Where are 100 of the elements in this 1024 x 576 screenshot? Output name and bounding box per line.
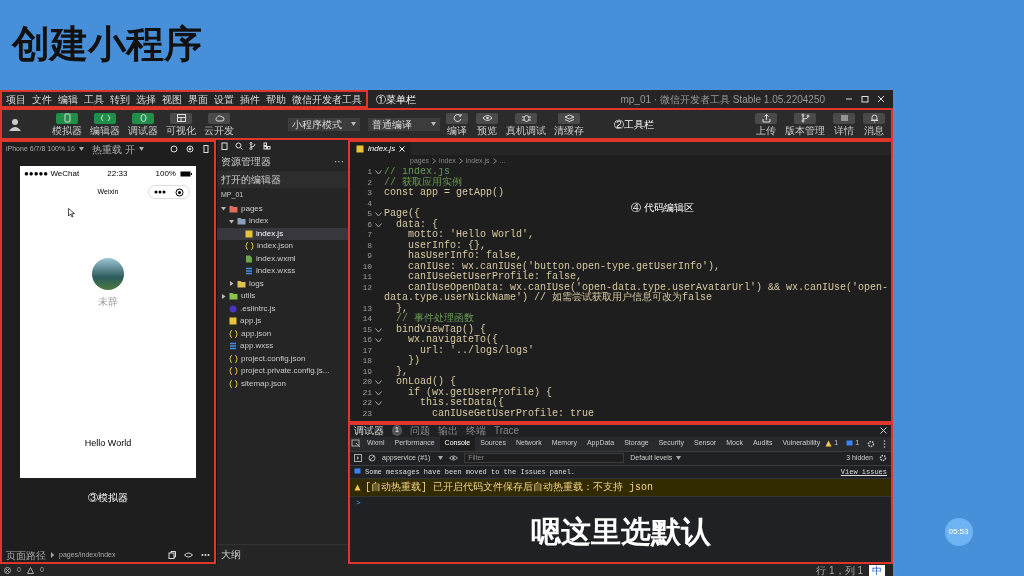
code-line: Page({ (384, 209, 420, 220)
menu-item[interactable]: 帮助 (266, 91, 286, 107)
sidebar-icon[interactable] (354, 454, 362, 462)
clear-icon[interactable] (368, 454, 376, 462)
close-icon[interactable] (877, 95, 885, 103)
inspect-icon[interactable] (350, 439, 362, 448)
ime-indicator[interactable]: 中 (869, 564, 885, 576)
tree-item[interactable]: index (217, 215, 348, 228)
layers-icon (563, 113, 575, 123)
caret-icon (676, 456, 682, 460)
line-number: 22 (361, 398, 372, 409)
phone-icon[interactable] (202, 145, 210, 153)
view-toggle-button[interactable]: 云开发 (204, 112, 234, 136)
fold-caret-icon[interactable] (374, 390, 382, 396)
menu-item[interactable]: 设置 (214, 91, 234, 107)
fold-caret-icon[interactable] (374, 222, 382, 228)
code-line: canIUseOpenData: wx.canIUse('open-data.type.userAvatarUrl') && wx.canIUse('open-data.type.userNickName') // 如需尝试获取用户信息可改为false (384, 282, 890, 304)
user-silhouette-icon[interactable] (8, 117, 22, 131)
section-header[interactable]: 打开的编辑器 (217, 171, 348, 188)
fold-caret-icon[interactable] (374, 401, 382, 406)
tree-item[interactable]: index.wxml (217, 252, 348, 265)
warning-icon (354, 484, 361, 491)
mode-dropdown[interactable]: 小程序模式 (288, 117, 360, 131)
files-icon[interactable] (221, 142, 229, 150)
annotation-label: ①菜单栏 (376, 92, 416, 107)
tree-item[interactable]: app.js (217, 315, 348, 328)
toolbar-button[interactable]: 真机调试 (506, 112, 546, 136)
toolbar-button[interactable]: 清缓存 (554, 112, 584, 136)
tree-item[interactable]: app.wxss (217, 340, 348, 353)
page-path-label: 页面路径 (6, 548, 46, 563)
close-icon[interactable] (880, 427, 887, 434)
more-icon[interactable] (883, 439, 887, 448)
tree-item[interactable]: index.js (217, 227, 348, 240)
menu-item[interactable]: 文件 (32, 91, 52, 107)
menu-item[interactable]: 编辑 (58, 91, 78, 107)
view-toggle-button[interactable]: 编辑器 (90, 112, 120, 136)
layout-icon (175, 113, 187, 123)
eslint-icon (229, 304, 237, 313)
panel-tab[interactable]: 终端 (465, 425, 486, 436)
more-icon[interactable] (201, 551, 210, 559)
tree-item[interactable]: project.private.config.js... (217, 365, 348, 378)
slide-title: 创建小程序 (12, 22, 202, 68)
maximize-icon[interactable] (861, 95, 869, 103)
menu-item[interactable]: 工具 (84, 91, 104, 107)
caret-icon (138, 147, 144, 151)
tree-item[interactable]: pages (217, 202, 348, 215)
more-button[interactable]: ··· (334, 154, 344, 169)
panel-tab[interactable]: 输出 (437, 425, 458, 436)
phone-icon (61, 113, 73, 123)
tree-item[interactable]: sitemap.json (217, 377, 348, 390)
menu-item[interactable]: 选择 (136, 91, 156, 107)
chevron-icon (492, 158, 497, 164)
tree-item[interactable]: logs (217, 277, 348, 290)
fold-caret-icon[interactable] (374, 170, 382, 175)
tree-item[interactable]: .eslintrc.js (217, 302, 348, 315)
fold-caret-icon[interactable] (374, 212, 382, 217)
message-icon (846, 440, 854, 447)
search-icon[interactable] (235, 142, 243, 150)
toolbar-button[interactable]: 版本管理 (785, 112, 825, 136)
record-icon[interactable] (186, 145, 194, 153)
mode-dropdown[interactable]: 普通编译 (368, 117, 440, 131)
tree-item[interactable]: app.json (217, 327, 348, 340)
hot-reload-dropdown[interactable]: 热重载 开 (91, 141, 144, 157)
eye-icon (481, 113, 493, 123)
menu-item[interactable]: 项目 (6, 91, 26, 107)
menu-item[interactable]: 插件 (240, 91, 260, 107)
line-number: 13 (361, 303, 372, 314)
line-number: 8 (366, 240, 372, 251)
tree-item[interactable]: index.wxss (217, 265, 348, 278)
minimize-icon[interactable] (845, 95, 853, 103)
js-file-icon (245, 229, 253, 238)
menu-item[interactable]: 视图 (162, 91, 182, 107)
menu-item[interactable]: 微信开发者工具 (292, 91, 362, 107)
eye-icon[interactable] (449, 454, 459, 462)
panel-tab[interactable]: 问题 (409, 425, 430, 436)
code-line: userInfo: {}, (407, 240, 487, 251)
chevron-icon (432, 158, 437, 164)
tree-item[interactable]: utils (217, 290, 348, 303)
fold-caret-icon[interactable] (374, 338, 382, 343)
circle-icon[interactable] (170, 145, 178, 153)
tree-item[interactable]: index.json (217, 240, 348, 253)
view-toggle-button[interactable]: 调试器 (128, 112, 158, 136)
menu-item[interactable]: 界面 (188, 91, 208, 107)
code-line: // 获取应用实例 (384, 177, 462, 188)
menu-item[interactable]: 转到 (110, 91, 130, 107)
branch-icon[interactable] (249, 142, 257, 150)
panel-tab[interactable]: 调试器 (354, 425, 384, 436)
fold-caret-icon[interactable] (374, 380, 382, 385)
view-toggle-button[interactable]: 模拟器 (52, 112, 82, 136)
fold-caret-icon[interactable] (374, 327, 382, 333)
line-number: 14 (361, 314, 372, 325)
console-prompt[interactable]: > (350, 497, 891, 509)
editor-tab[interactable]: index.js (350, 142, 412, 155)
line-number: 3 (366, 188, 372, 199)
panel-tab[interactable]: Trace (493, 425, 520, 436)
copy-icon[interactable] (168, 551, 176, 559)
line-number: 6 (366, 219, 372, 230)
extensions-icon[interactable] (263, 142, 271, 150)
view-toggle-button[interactable]: 可视化 (166, 112, 196, 136)
tree-item[interactable]: project.config.json (217, 352, 348, 365)
